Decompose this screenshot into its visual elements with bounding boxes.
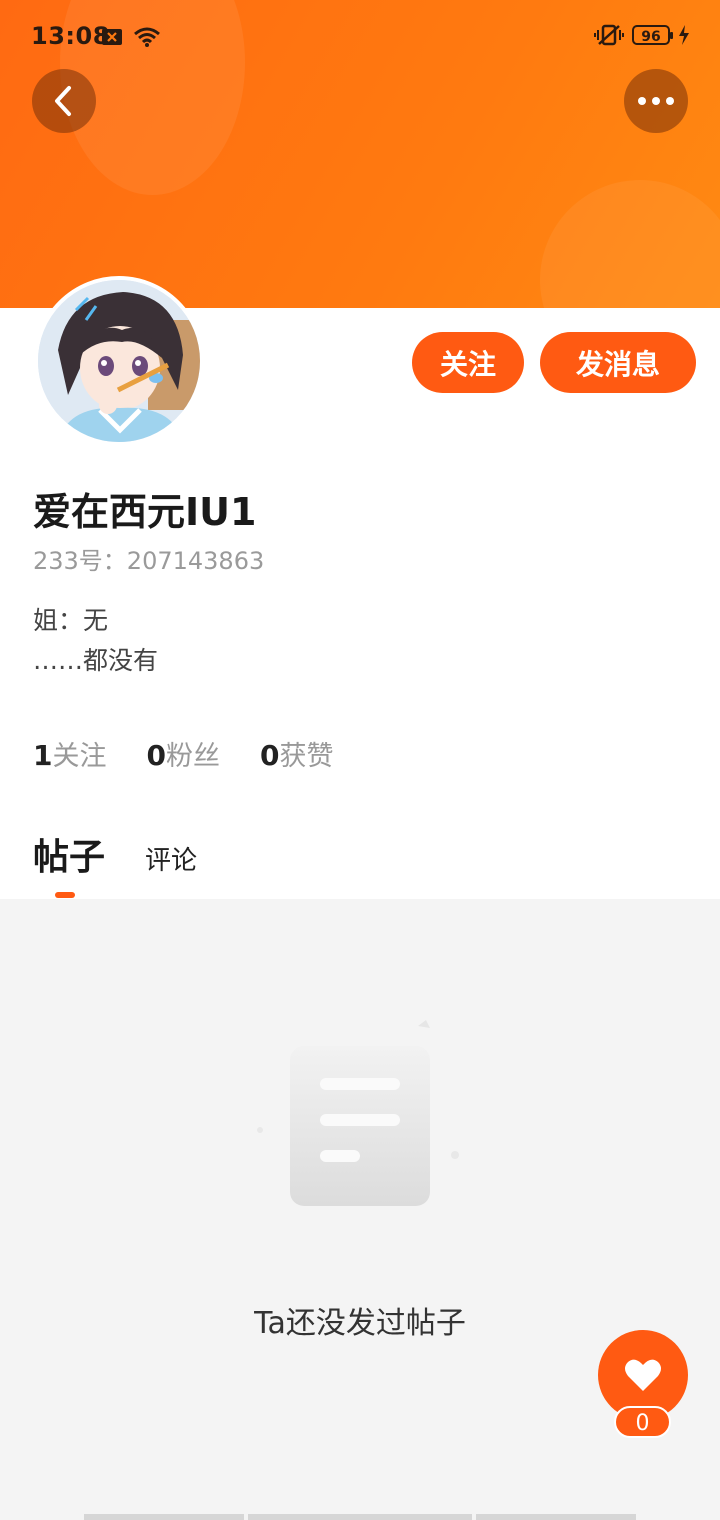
profile-stats: 1关注 0粉丝 0获赞 xyxy=(33,734,333,773)
more-button[interactable] xyxy=(624,69,688,133)
bottom-bar-segment xyxy=(476,1514,636,1520)
wifi-icon xyxy=(134,27,160,47)
user-id: 233号：207143863 xyxy=(33,547,265,575)
status-time: 13:08 xyxy=(31,22,110,50)
stat-following[interactable]: 1关注 xyxy=(33,734,106,773)
stat-fans[interactable]: 0粉丝 xyxy=(146,734,219,773)
profile-card: 关注 发消息 爱在西元IU1 233号：207143863 姐：无 ……都没有 … xyxy=(0,276,720,899)
status-bar: 13:08 96 xyxy=(0,0,720,72)
chevron-left-icon xyxy=(55,86,71,116)
back-button[interactable] xyxy=(32,69,96,133)
stat-likes: 0获赞 xyxy=(260,734,333,773)
vibrate-mute-icon xyxy=(594,24,624,46)
battery-indicator: 96 xyxy=(632,25,673,45)
avatar[interactable] xyxy=(34,276,204,446)
bottom-bar-segment xyxy=(84,1514,244,1520)
charging-icon xyxy=(679,25,689,45)
likes-label: 获赞 xyxy=(279,741,334,772)
profile-tabs: 帖子 评论 xyxy=(33,828,197,880)
bio-line: ……都没有 xyxy=(33,646,159,675)
bottom-bar-segment xyxy=(248,1514,472,1520)
likes-count: 0 xyxy=(259,739,280,772)
active-tab-indicator xyxy=(55,892,75,898)
fans-count: 0 xyxy=(146,739,166,772)
empty-state-text: Ta还没发过帖子 xyxy=(254,1306,466,1341)
sim-x-icon xyxy=(102,29,122,45)
empty-document-icon xyxy=(257,1020,459,1206)
send-message-button[interactable]: 发消息 xyxy=(540,332,696,393)
follow-button[interactable]: 关注 xyxy=(412,332,524,393)
decor-circle xyxy=(540,180,720,308)
like-count-badge: 0 xyxy=(614,1406,671,1438)
following-label: 关注 xyxy=(52,741,107,772)
bio-line: 姐：无 xyxy=(33,606,109,635)
following-count: 1 xyxy=(33,739,53,772)
user-bio: 姐：无 ……都没有 xyxy=(33,601,158,681)
username: 爱在西元IU1 xyxy=(33,490,257,534)
tab-posts[interactable]: 帖子 xyxy=(33,828,105,880)
heart-icon xyxy=(625,1359,661,1391)
tab-comments[interactable]: 评论 xyxy=(145,840,197,877)
more-horizontal-icon xyxy=(638,97,674,105)
fans-label: 粉丝 xyxy=(165,741,220,772)
